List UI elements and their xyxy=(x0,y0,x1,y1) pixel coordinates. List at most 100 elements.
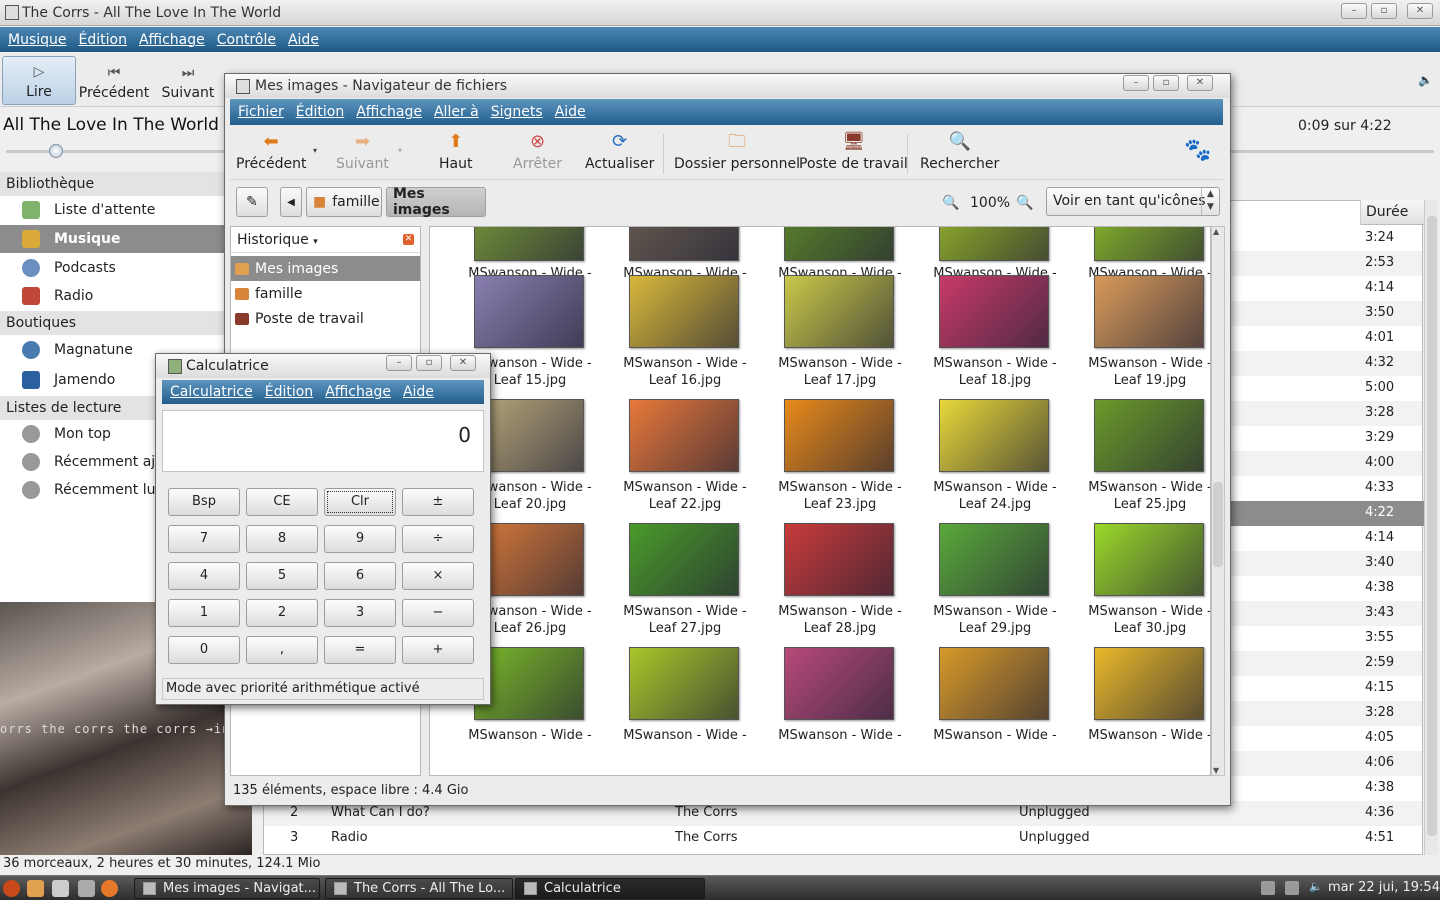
maximize-button[interactable]: ▫ xyxy=(1153,75,1179,91)
seek-handle[interactable] xyxy=(48,144,63,158)
forward-history-dropdown[interactable]: ▾ xyxy=(398,146,402,155)
calc-key-sym-1-3[interactable]: ÷ xyxy=(402,525,474,553)
calc-key-sym-3-3[interactable]: − xyxy=(402,599,474,627)
calc-key-bsp[interactable]: Bsp xyxy=(168,488,240,516)
firefox-launcher-icon[interactable] xyxy=(101,880,118,897)
history-item-mes-images[interactable]: Mes images xyxy=(231,256,420,281)
computer-button[interactable]: 🖥 Poste de travail xyxy=(799,132,908,173)
close-sidepane-icon[interactable]: ✕ xyxy=(403,234,414,245)
maximize-button[interactable]: ▫ xyxy=(1371,3,1397,19)
calc-key-9[interactable]: 9 xyxy=(324,525,396,553)
calc-key-2[interactable]: 2 xyxy=(246,599,318,627)
file-browser-titlebar[interactable]: Mes images - Navigateur de fichiers – ▫ … xyxy=(225,74,1230,98)
calc-key-ce[interactable]: CE xyxy=(246,488,318,516)
calc-key-sym-0-3[interactable]: ± xyxy=(402,488,474,516)
table-row[interactable]: 3 Radio The Corrs Unplugged xyxy=(264,826,1360,851)
file-icon-item[interactable]: MSwanson - Wide - xyxy=(758,647,908,771)
scrollbar-thumb[interactable] xyxy=(1427,216,1437,836)
menu-signets[interactable]: Signets xyxy=(491,104,543,120)
ubuntu-menu-icon[interactable] xyxy=(3,880,20,897)
reload-button[interactable]: ⟳ Actualiser xyxy=(585,132,654,173)
play-button[interactable]: ▷ Lire xyxy=(2,56,76,105)
menu-edition[interactable]: Édition xyxy=(79,32,127,48)
view-mode-select[interactable]: Voir en tant qu'icônes ▲ ▼ xyxy=(1046,187,1220,216)
icon-view-scrollbar[interactable]: ▲ ▼ xyxy=(1211,226,1225,776)
maximize-button[interactable]: ▫ xyxy=(416,355,442,371)
taskbar-button[interactable]: The Corrs - All The Lo... xyxy=(325,878,513,899)
file-icon-item[interactable]: MSwanson - Wide - xyxy=(603,647,753,771)
forward-button[interactable]: ➡ Suivant xyxy=(336,132,389,173)
file-icon-item[interactable]: MSwanson - Wide - Leaf 17.jpg xyxy=(758,275,908,399)
menu-aide[interactable]: Aide xyxy=(288,32,319,48)
history-item-famille[interactable]: famille xyxy=(231,281,420,306)
file-icon-item[interactable]: MSwanson - Wide - Leaf 30.jpg xyxy=(1068,523,1210,647)
menu-aller-a[interactable]: Aller à xyxy=(434,104,479,120)
calc-key-8[interactable]: 8 xyxy=(246,525,318,553)
volume-icon[interactable]: 🔈 xyxy=(1418,73,1433,87)
close-button[interactable]: ✕ xyxy=(450,355,476,371)
calc-key-sym-4-3[interactable]: + xyxy=(402,636,474,664)
stop-button[interactable]: ⊗ Arrêter xyxy=(513,132,562,173)
file-icon-item[interactable]: MSwanson - Wide - Leaf 16.jpg xyxy=(603,275,753,399)
search-button[interactable]: 🔍 Rechercher xyxy=(920,132,999,173)
menu-aide[interactable]: Aide xyxy=(403,384,434,400)
path-button-famille[interactable]: ■ famille xyxy=(306,187,382,217)
menu-affichage[interactable]: Affichage xyxy=(356,104,422,120)
file-icon-item[interactable]: MSwanson - Wide - Leaf 22.jpg xyxy=(603,399,753,523)
clock[interactable]: mar 22 jui, 19:54 xyxy=(1328,880,1440,895)
zoom-level[interactable]: 100% xyxy=(970,195,1010,211)
path-left-button[interactable]: ◀ xyxy=(280,187,302,217)
file-icon-item[interactable]: MSwanson - Wide - Leaf 29.jpg xyxy=(913,523,1063,647)
taskbar-button[interactable]: Calculatrice xyxy=(515,878,705,899)
file-icon-item[interactable]: MSwanson - Wide - xyxy=(913,647,1063,771)
history-item-computer[interactable]: Poste de travail xyxy=(231,306,420,331)
calc-key-5[interactable]: 5 xyxy=(246,562,318,590)
close-button[interactable]: ✕ xyxy=(1187,75,1213,91)
sidebar-item-queue[interactable]: Liste d'attente xyxy=(0,196,230,224)
calc-key-1[interactable]: 1 xyxy=(168,599,240,627)
file-icon-item[interactable]: MSwanson - Wide - Leaf 24.jpg xyxy=(913,399,1063,523)
minimize-button[interactable]: – xyxy=(386,355,412,371)
up-button[interactable]: ⬆ Haut xyxy=(439,132,472,173)
toggle-location-entry-button[interactable]: ✎ xyxy=(236,187,268,217)
sidepane-selector[interactable]: Historique ▾ ✕ xyxy=(231,227,420,253)
calculator-titlebar[interactable]: Calculatrice – ▫ ✕ xyxy=(156,354,490,378)
calc-key-6[interactable]: 6 xyxy=(324,562,396,590)
menu-calculatrice[interactable]: Calculatrice xyxy=(170,384,253,400)
menu-controle[interactable]: Contrôle xyxy=(217,32,276,48)
sidebar-item-radio[interactable]: Radio xyxy=(0,282,230,310)
scrollbar-thumb[interactable] xyxy=(1213,482,1223,567)
file-icon-item[interactable]: MSwanson - Wide - Leaf 28.jpg xyxy=(758,523,908,647)
volume-icon[interactable]: 🔈 xyxy=(1309,880,1323,894)
file-icon-item[interactable]: MSwanson - Wide - Leaf 18.jpg xyxy=(913,275,1063,399)
network-icon[interactable] xyxy=(1261,881,1275,895)
file-icon-item[interactable]: MSwanson - Wide - Leaf 27.jpg xyxy=(603,523,753,647)
menu-edition[interactable]: Édition xyxy=(296,104,344,120)
zoom-in-icon[interactable]: 🔍 xyxy=(1016,195,1033,211)
close-button[interactable]: ✕ xyxy=(1407,3,1433,19)
file-icon-item[interactable]: MSwanson - Wide - xyxy=(1068,647,1210,771)
calc-key-sym-4-1[interactable]: , xyxy=(246,636,318,664)
back-button[interactable]: ⬅ Précédent xyxy=(236,132,306,173)
file-icon-item[interactable]: MSwanson - Wide - Leaf 25.jpg xyxy=(1068,399,1210,523)
calc-key-4[interactable]: 4 xyxy=(168,562,240,590)
display-icon[interactable] xyxy=(1285,881,1299,895)
back-history-dropdown[interactable]: ▾ xyxy=(313,146,317,155)
previous-button[interactable]: ⏮ Précédent xyxy=(78,56,150,105)
menu-fichier[interactable]: Fichier xyxy=(238,104,284,120)
minimize-button[interactable]: – xyxy=(1123,75,1149,91)
next-button[interactable]: ⏭ Suivant xyxy=(153,56,223,105)
calc-key-sym-4-2[interactable]: = xyxy=(324,636,396,664)
duration-column-header[interactable]: Durée xyxy=(1360,200,1424,225)
file-icon-item[interactable]: MSwanson - Wide - Leaf 23.jpg xyxy=(758,399,908,523)
home-button[interactable]: 🗀 Dossier personnel xyxy=(674,132,800,173)
rhythmbox-titlebar[interactable]: The Corrs - All The Love In The World – … xyxy=(0,0,1440,26)
tracklist-scrollbar[interactable] xyxy=(1424,200,1438,855)
scroll-up-icon[interactable]: ▲ xyxy=(1213,227,1219,236)
zoom-out-icon[interactable]: 🔍 xyxy=(942,195,959,211)
menu-musique[interactable]: Musique xyxy=(8,32,67,48)
calc-key-clr[interactable]: Clr xyxy=(324,488,396,516)
sidebar-item-podcasts[interactable]: Podcasts xyxy=(0,254,230,282)
menu-affichage[interactable]: Affichage xyxy=(325,384,391,400)
path-button-mes-images[interactable]: Mes images xyxy=(386,186,486,218)
